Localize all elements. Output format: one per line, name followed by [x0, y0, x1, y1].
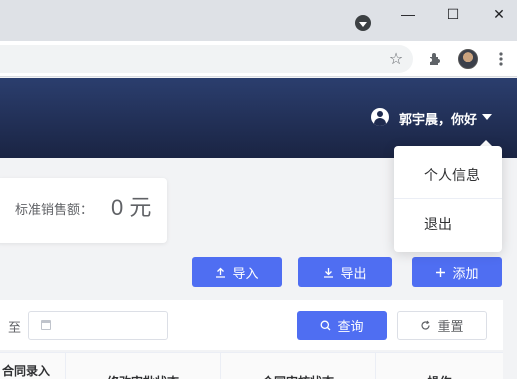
tab-search-icon[interactable] [355, 15, 371, 31]
column-header: 合同录入 [0, 353, 66, 379]
caret-down-icon[interactable] [482, 114, 492, 120]
end-date-input[interactable] [28, 311, 168, 340]
export-label: 导出 [340, 265, 367, 281]
upload-icon [215, 267, 226, 278]
minimize-icon[interactable]: — [395, 0, 421, 28]
column-header: 修改审批状态 [66, 353, 221, 379]
address-bar[interactable] [0, 45, 413, 73]
close-icon[interactable]: ✕ [486, 0, 512, 28]
star-icon[interactable]: ☆ [384, 47, 408, 71]
date-range-separator: 至 [8, 320, 22, 335]
user-avatar-icon[interactable] [371, 108, 389, 126]
export-button[interactable]: 导出 [298, 257, 392, 287]
user-dropdown-menu: 个人信息 退出 [394, 146, 502, 252]
refresh-icon [420, 320, 431, 331]
menu-item-logout[interactable]: 退出 [394, 200, 502, 248]
reset-button[interactable]: 重置 [397, 311, 487, 340]
download-icon [323, 267, 334, 278]
search-icon [320, 320, 331, 331]
profile-avatar[interactable] [456, 47, 480, 71]
menu-item-profile[interactable]: 个人信息 [394, 151, 502, 199]
maximize-icon[interactable]: ☐ [440, 0, 466, 28]
kebab-menu-icon[interactable] [489, 47, 513, 71]
plus-icon [435, 267, 446, 278]
user-greeting[interactable]: 郭宇晨，你好 [399, 109, 477, 128]
add-button[interactable]: 添加 [412, 257, 502, 287]
add-label: 添加 [452, 265, 479, 281]
sales-stat-value: 0 元 [111, 195, 152, 220]
sales-stat-label: 标准销售额： [15, 202, 94, 217]
calendar-icon [41, 320, 51, 330]
extensions-icon[interactable] [423, 47, 447, 71]
import-button[interactable]: 导入 [192, 257, 282, 287]
search-button[interactable]: 查询 [297, 311, 387, 340]
column-header: 合同审核状态 [221, 353, 376, 379]
menu-divider [394, 198, 502, 199]
reset-label: 重置 [437, 319, 464, 334]
table-header: 合同录入 修改审批状态 合同审核状态 操作 [0, 352, 503, 379]
browser-toolbar: ☆ [0, 41, 517, 77]
column-header: 操作 [376, 353, 503, 379]
import-label: 导入 [232, 265, 259, 281]
search-label: 查询 [337, 319, 364, 334]
